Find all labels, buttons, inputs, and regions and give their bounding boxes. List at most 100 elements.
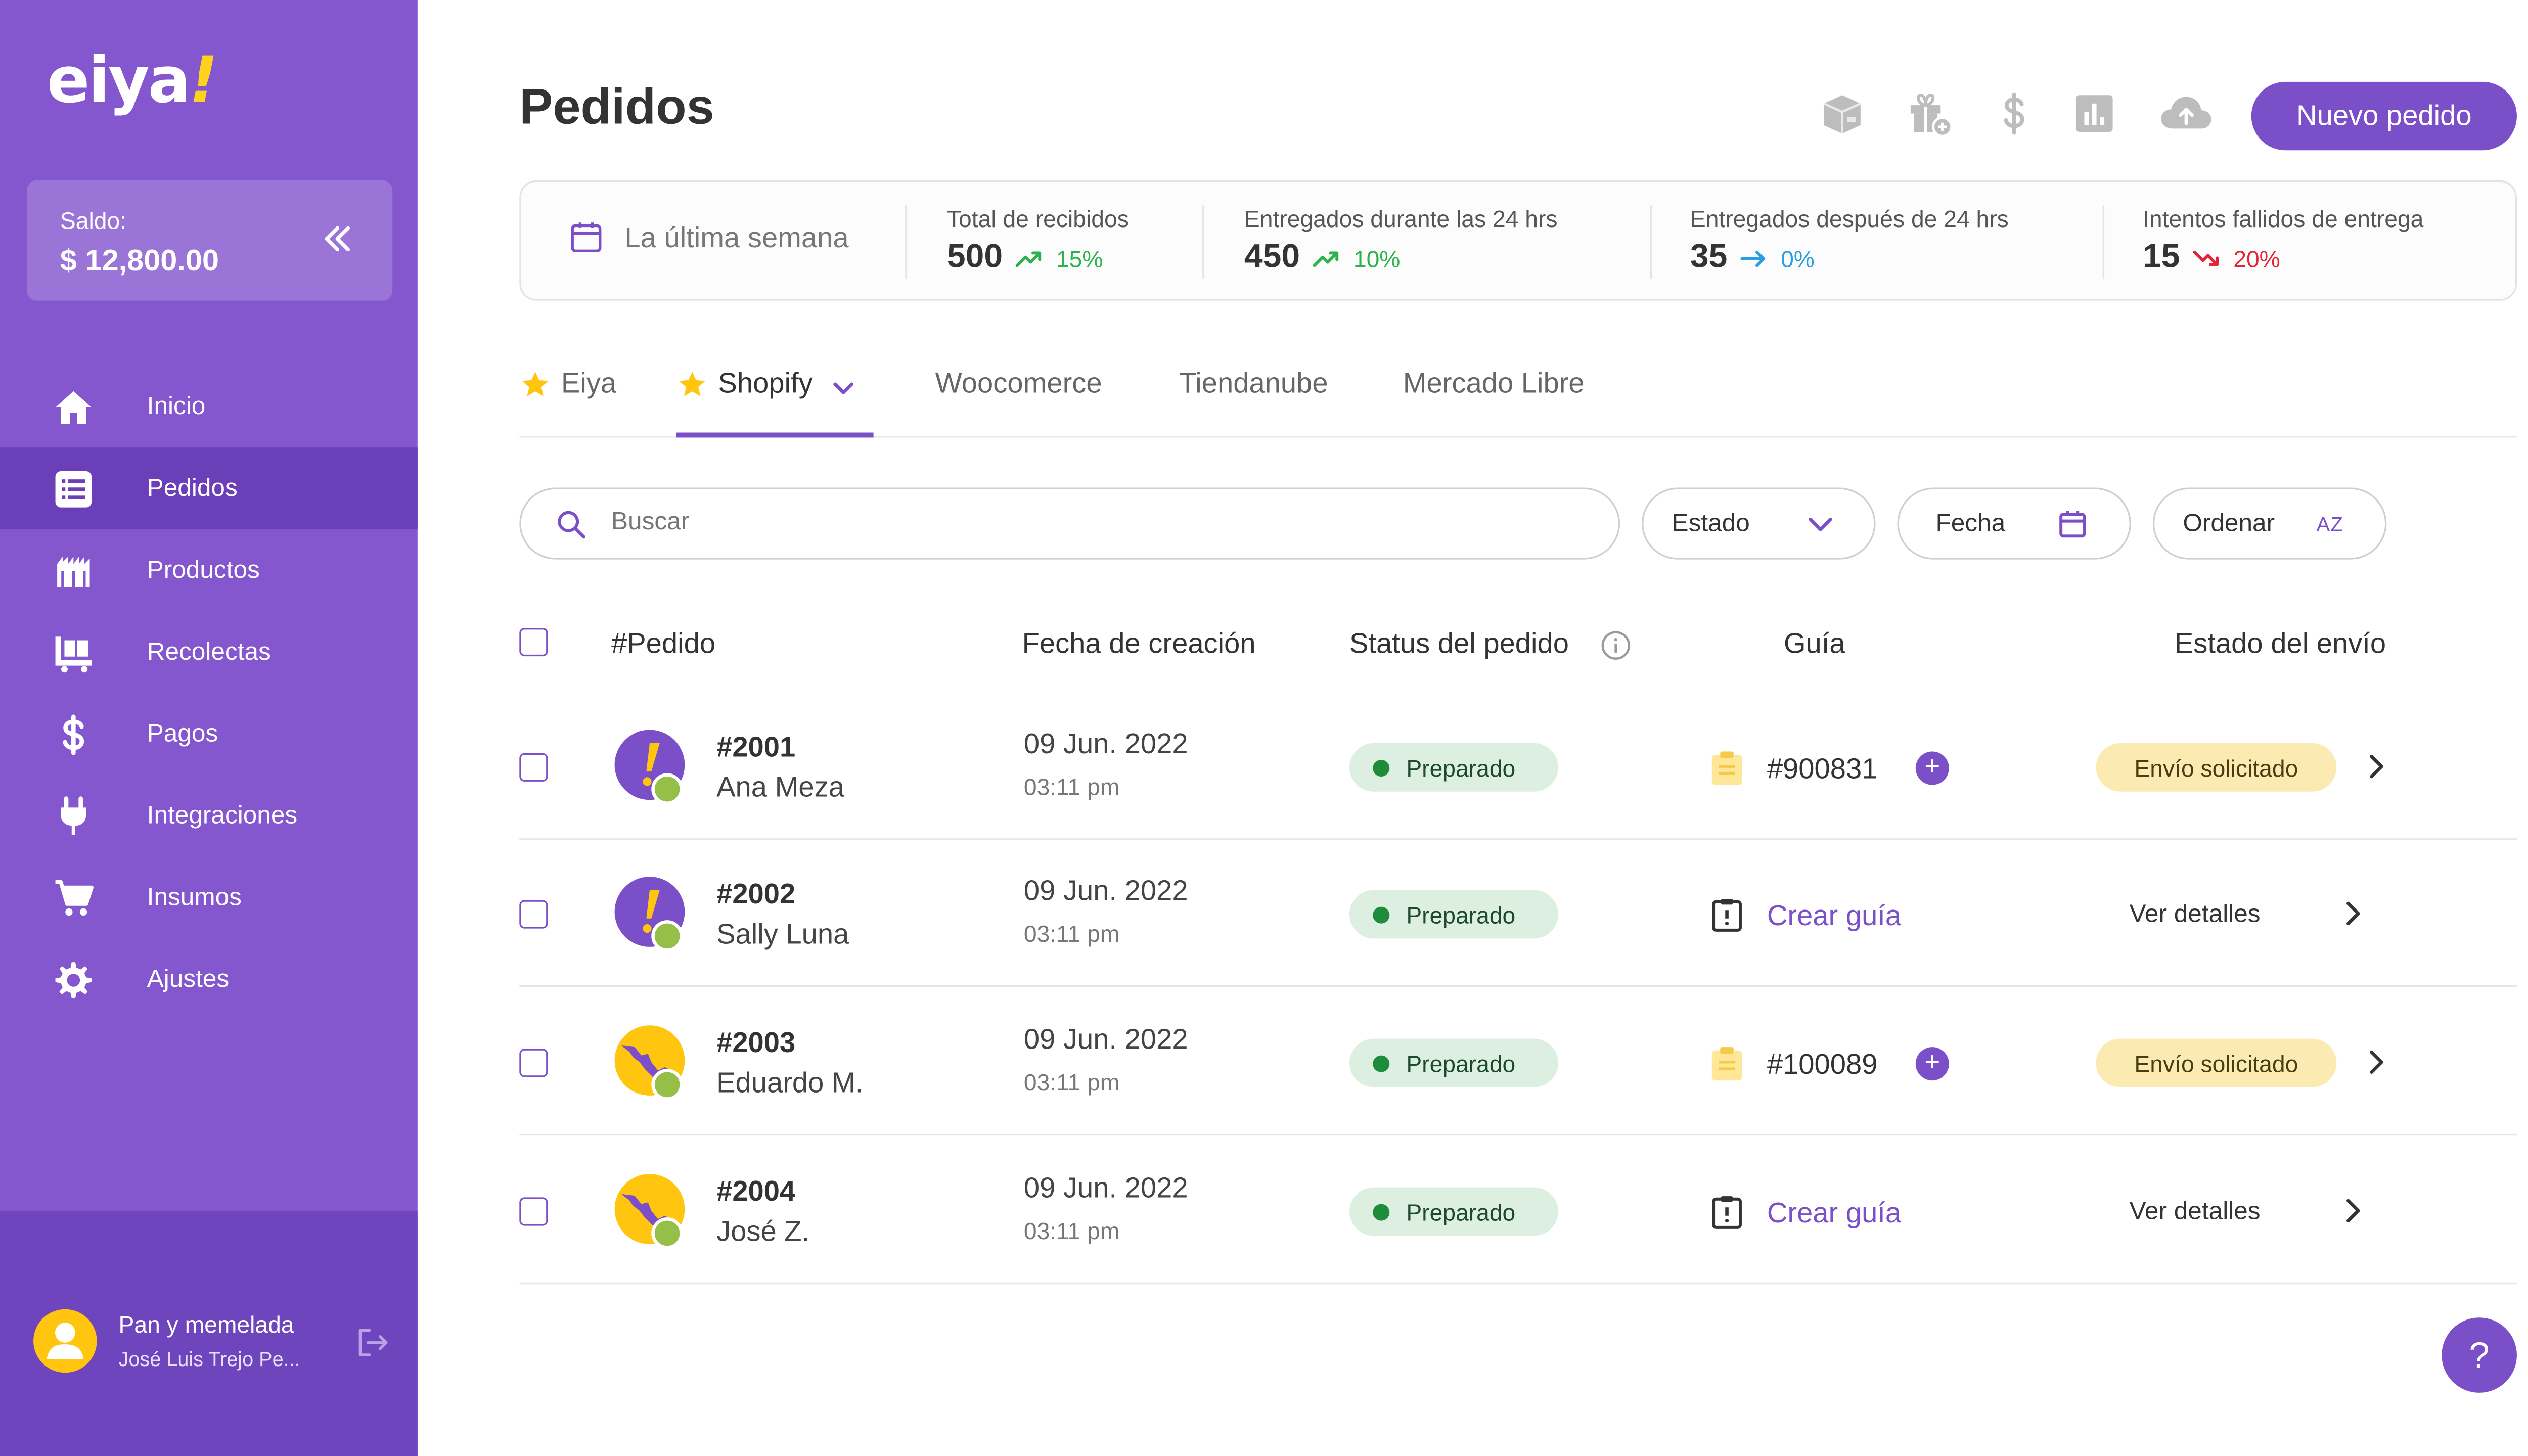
table-row[interactable]: #2004 José Z. 09 Jun. 2022 03:11 pm Prep… — [519, 1137, 2517, 1285]
stats-divider — [1650, 205, 1652, 279]
chevron-down-icon — [1809, 518, 1832, 531]
stats-divider — [2102, 205, 2105, 279]
gift-icon[interactable] — [1906, 90, 1953, 137]
guide-number[interactable]: #900831 — [1767, 753, 1878, 787]
order-id[interactable]: #2002 — [716, 878, 795, 912]
package-icon[interactable] — [1819, 90, 1865, 136]
order-date: 09 Jun. 2022 — [1023, 1172, 1188, 1204]
shopify-badge-icon — [651, 1217, 684, 1249]
create-guide-link[interactable]: Crear guía — [1767, 900, 1901, 933]
stat-trend: 10% — [1353, 244, 1401, 271]
period-selector[interactable]: La última semana — [624, 222, 848, 255]
avatar[interactable] — [33, 1309, 97, 1373]
channel-tabs: Eiya Shopify Woocomerce Tiendanube Merca… — [519, 351, 2517, 438]
search-box — [519, 487, 1620, 560]
table-row[interactable]: #2003 Eduardo M. 09 Jun. 2022 03:11 pm P… — [519, 989, 2517, 1136]
sidebar-item-insumos[interactable]: Insumos — [0, 857, 418, 939]
sidebar-item-label: Integraciones — [147, 801, 298, 830]
status-label: Preparado — [1406, 1050, 1516, 1076]
sidebar-item-integraciones[interactable]: Integraciones — [0, 775, 418, 857]
chevron-right-icon[interactable] — [2363, 1049, 2390, 1075]
orders-list-icon — [55, 471, 92, 508]
row-checkbox[interactable] — [519, 753, 548, 782]
logo-mark: ! — [189, 43, 218, 117]
search-icon — [558, 511, 585, 539]
order-time: 03:11 pm — [1023, 1069, 1120, 1096]
add-guide-button[interactable]: + — [1915, 751, 1949, 785]
order-id[interactable]: #2003 — [716, 1027, 795, 1060]
column-header-shipping[interactable]: Estado del envío — [2175, 628, 2386, 661]
row-checkbox[interactable] — [519, 900, 548, 929]
tab-woocomerce[interactable]: Woocomerce — [935, 368, 1102, 401]
row-checkbox[interactable] — [519, 1197, 548, 1226]
eiya-logo[interactable]: eiya! — [47, 43, 218, 117]
chevron-right-icon[interactable] — [2340, 1197, 2367, 1224]
stats-divider — [905, 205, 907, 279]
bar-chart-icon[interactable] — [2071, 90, 2117, 136]
status-label: Preparado — [1406, 901, 1516, 928]
calendar-icon[interactable] — [568, 219, 605, 256]
fecha-filter[interactable]: Fecha — [1897, 487, 2131, 560]
stat-delivered-24h: Entregados durante las 24 hrs 450 10% — [1244, 205, 1558, 277]
info-icon[interactable] — [1600, 629, 1632, 661]
clipboard-alert-icon — [1712, 1196, 1742, 1229]
search-input[interactable] — [611, 508, 1447, 536]
tab-tiendanube[interactable]: Tiendanube — [1179, 368, 1328, 401]
help-button[interactable]: ? — [2442, 1317, 2517, 1393]
sidebar-item-inicio[interactable]: Inicio — [0, 366, 418, 447]
create-guide-link[interactable]: Crear guía — [1767, 1197, 1901, 1231]
sidebar-item-productos[interactable]: Productos — [0, 529, 418, 611]
sidebar-item-pedidos[interactable]: Pedidos — [0, 447, 418, 530]
active-tab-indicator — [676, 432, 874, 438]
row-checkbox[interactable] — [519, 1049, 548, 1077]
order-id[interactable]: #2001 — [716, 732, 795, 765]
view-details-link[interactable]: Ver detalles — [2130, 900, 2261, 928]
sidebar-item-pagos[interactable]: Pagos — [0, 693, 418, 775]
stats-divider — [1202, 205, 1204, 279]
column-header-created[interactable]: Fecha de creación — [1022, 628, 1256, 661]
tab-shopify[interactable]: Shopify — [676, 368, 856, 401]
cloud-upload-icon[interactable] — [2158, 90, 2215, 136]
column-header-status[interactable]: Status del pedido — [1349, 628, 1569, 661]
column-header-order[interactable]: #Pedido — [611, 628, 715, 661]
shopify-badge-icon — [651, 920, 684, 952]
dollar-icon[interactable] — [1991, 90, 2037, 136]
chevron-right-icon[interactable] — [2363, 753, 2390, 780]
new-order-button[interactable]: Nuevo pedido — [2251, 81, 2517, 151]
sidebar-item-label: Pagos — [147, 719, 218, 748]
sidebar-item-ajustes[interactable]: Ajustes — [0, 938, 418, 1020]
logout-icon[interactable] — [354, 1324, 391, 1361]
order-time: 03:11 pm — [1023, 773, 1120, 800]
tab-eiya[interactable]: Eiya — [519, 368, 616, 401]
ordenar-filter[interactable]: Ordenar AZ — [2152, 487, 2387, 560]
status-badge: Preparado — [1349, 1187, 1558, 1236]
user-name: José Luis Trejo Pe... — [118, 1347, 300, 1371]
status-badge: Preparado — [1349, 890, 1558, 939]
sidebar-nav: Inicio Pedidos Productos Recolectas Pago… — [0, 366, 418, 1020]
chevron-down-icon[interactable] — [830, 374, 856, 401]
sidebar-item-label: Insumos — [147, 883, 242, 912]
add-guide-button[interactable]: + — [1915, 1047, 1949, 1081]
stat-label: Intentos fallidos de entrega — [2143, 205, 2424, 233]
customer-name: Sally Luna — [716, 918, 849, 950]
status-badge: Preparado — [1349, 1038, 1558, 1087]
home-icon — [55, 391, 92, 424]
stat-value: 35 — [1690, 239, 1728, 276]
tab-mercado-libre[interactable]: Mercado Libre — [1403, 368, 1585, 401]
estado-filter[interactable]: Estado — [1642, 487, 1876, 560]
customer-name: Ana Meza — [716, 771, 844, 803]
select-all-checkbox[interactable] — [519, 628, 548, 657]
collapse-sidebar-icon[interactable] — [319, 220, 356, 257]
view-details-link[interactable]: Ver detalles — [2130, 1197, 2261, 1225]
chevron-right-icon[interactable] — [2340, 900, 2367, 927]
shopify-badge-icon — [651, 1069, 684, 1101]
sidebar-item-recolectas[interactable]: Recolectas — [0, 611, 418, 693]
dollar-icon — [63, 714, 84, 755]
table-row[interactable]: #2002 Sally Luna 09 Jun. 2022 03:11 pm P… — [519, 840, 2517, 987]
products-icon — [57, 557, 90, 587]
sidebar-item-label: Ajustes — [147, 965, 230, 994]
table-row[interactable]: #2001 Ana Meza 09 Jun. 2022 03:11 pm Pre… — [519, 693, 2517, 840]
guide-number[interactable]: #100089 — [1767, 1049, 1878, 1082]
order-id[interactable]: #2004 — [716, 1175, 795, 1209]
column-header-guide[interactable]: Guía — [1784, 628, 1845, 661]
